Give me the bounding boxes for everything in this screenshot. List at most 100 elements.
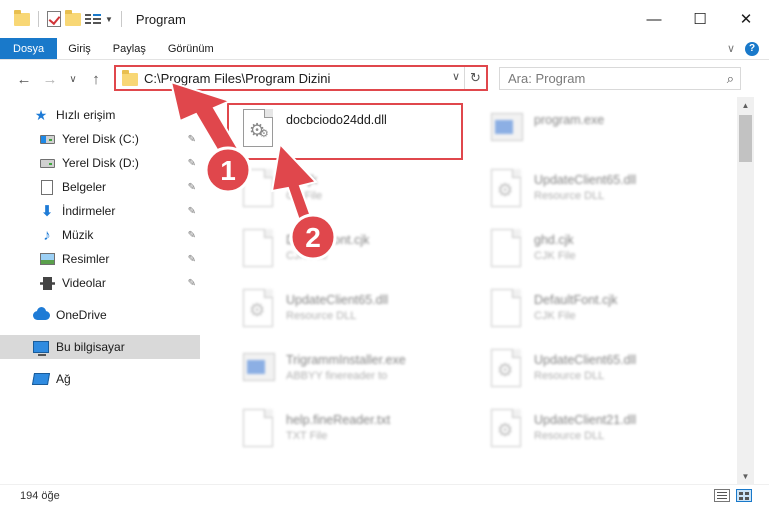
dll-file-icon: ⚙ xyxy=(238,287,278,331)
file-item[interactable]: ghd.cjk CJK File xyxy=(468,223,713,275)
pin-icon[interactable]: ✎ xyxy=(188,158,196,169)
sidebar-item-pictures[interactable]: Resimler ✎ xyxy=(0,247,200,271)
address-dropdown-icon[interactable]: ∨ xyxy=(452,70,460,83)
file-item[interactable]: ⚙ ⚙ docbciodo24dd.dll xyxy=(220,103,465,155)
tab-file[interactable]: Dosya xyxy=(0,38,58,59)
title-bar: ▼ Program — ☐ ✕ xyxy=(0,0,769,38)
file-icon xyxy=(238,167,278,211)
tiles-view-icon[interactable] xyxy=(736,489,752,502)
file-item[interactable]: DefaultFont.cjk CJK File xyxy=(220,223,465,275)
sidebar-item-videos[interactable]: Videolar ✎ xyxy=(0,271,200,295)
file-list: ⚙ ⚙ docbciodo24dd.dll program.exe ck.cjk … xyxy=(210,97,738,477)
view-buttons xyxy=(714,489,752,502)
address-path[interactable]: C:\Program Files\Program Dizini xyxy=(144,71,330,86)
file-item[interactable]: ⚙ UpdateClient65.dll Resource DLL xyxy=(468,163,713,215)
sidebar-item-label: Videolar xyxy=(62,276,106,290)
pin-icon[interactable]: ✎ xyxy=(188,278,196,289)
qat-dropdown-icon[interactable]: ▼ xyxy=(105,15,113,24)
expand-ribbon-icon[interactable]: ∨ xyxy=(727,42,735,55)
file-type: CJK File xyxy=(534,310,576,322)
help-icon[interactable]: ? xyxy=(745,41,759,56)
file-item[interactable]: ⚙ UpdateClient65.dll Resource DLL xyxy=(220,283,465,335)
ribbon-tabs: Dosya Giriş Paylaş Görünüm ∨ ? xyxy=(0,38,769,60)
file-name: UpdateClient21.dll xyxy=(534,413,637,427)
pin-icon[interactable]: ✎ xyxy=(188,182,196,193)
file-name: ck.cjk xyxy=(286,173,318,187)
sidebar-item-disk-c[interactable]: Yerel Disk (C:) ✎ xyxy=(0,127,200,151)
sidebar-item-label: Belgeler xyxy=(62,180,107,194)
pin-icon[interactable]: ✎ xyxy=(188,254,196,265)
sidebar-item-this-pc[interactable]: Bu bilgisayar xyxy=(0,335,200,359)
close-button[interactable]: ✕ xyxy=(723,0,769,38)
file-name: TrigrammInstaller.exe xyxy=(286,353,406,367)
search-input[interactable] xyxy=(508,71,708,86)
maximize-button[interactable]: ☐ xyxy=(677,0,723,38)
pin-icon[interactable]: ✎ xyxy=(188,206,196,217)
scroll-up-icon[interactable]: ▲ xyxy=(737,97,754,114)
sidebar-item-quick-access[interactable]: ★ Hızlı erişim xyxy=(0,103,200,127)
file-name: UpdateClient65.dll xyxy=(534,353,637,367)
drive-icon xyxy=(38,131,56,147)
file-name: DefaultFont.cjk xyxy=(286,233,370,247)
file-item[interactable]: ⚙ UpdateClient65.dll Resource DLL xyxy=(468,343,713,395)
properties-check-icon[interactable] xyxy=(47,11,61,27)
cloud-icon xyxy=(32,306,50,323)
file-type: ABBYY finereader to xyxy=(286,370,388,382)
file-item[interactable]: DefaultFont.cjk CJK File xyxy=(468,283,713,335)
tab-home[interactable]: Giriş xyxy=(57,38,102,59)
refresh-button[interactable]: ↻ xyxy=(464,67,486,89)
file-item[interactable]: help.fineReader.txt TXT File xyxy=(220,403,465,455)
address-bar[interactable]: C:\Program Files\Program Dizini ∨ ↻ xyxy=(114,65,488,91)
file-item[interactable]: ck.cjk CK File xyxy=(220,163,465,215)
file-icon xyxy=(486,227,526,271)
file-item[interactable]: ⚙ UpdateClient21.dll Resource DLL xyxy=(468,403,713,455)
file-type: Resource DLL xyxy=(534,370,605,382)
sidebar-item-downloads[interactable]: ⬇ İndirmeler ✎ xyxy=(0,199,200,223)
file-name: docbciodo24dd.dll xyxy=(286,113,387,127)
tab-share[interactable]: Paylaş xyxy=(102,38,157,59)
scroll-down-icon[interactable]: ▼ xyxy=(737,468,754,485)
minimize-button[interactable]: — xyxy=(631,0,677,38)
computer-icon xyxy=(32,339,50,356)
sidebar-item-music[interactable]: ♪ Müzik ✎ xyxy=(0,223,200,247)
star-icon: ★ xyxy=(34,106,48,123)
vertical-scrollbar[interactable]: ▲ ▼ xyxy=(737,97,754,485)
file-item[interactable]: TrigrammInstaller.exe ABBYY finereader t… xyxy=(220,343,465,395)
exe-file-icon xyxy=(486,107,526,151)
address-row: ← → ∨ ↑ C:\Program Files\Program Dizini … xyxy=(0,61,769,97)
new-folder-icon[interactable] xyxy=(65,9,81,26)
download-icon: ⬇ xyxy=(40,203,54,220)
recent-locations-button[interactable]: ∨ xyxy=(66,74,80,85)
up-button[interactable]: ↑ xyxy=(86,71,106,88)
customize-view-icon[interactable] xyxy=(85,12,101,26)
scroll-thumb[interactable] xyxy=(739,115,752,162)
sidebar-item-network[interactable]: Ağ xyxy=(0,367,200,391)
sidebar-item-documents[interactable]: Belgeler ✎ xyxy=(0,175,200,199)
file-icon xyxy=(486,287,526,331)
sidebar-item-label: İndirmeler xyxy=(62,204,116,218)
file-icon xyxy=(238,227,278,271)
file-item[interactable]: program.exe xyxy=(468,103,713,155)
sidebar-item-label: Hızlı erişim xyxy=(56,108,116,122)
window-title: Program xyxy=(135,11,186,27)
tab-view[interactable]: Görünüm xyxy=(157,38,225,59)
sidebar-item-label: Ağ xyxy=(56,372,71,386)
quick-access-toolbar: ▼ Program xyxy=(0,0,186,38)
window-controls: — ☐ ✕ xyxy=(631,0,769,38)
back-button[interactable]: ← xyxy=(14,71,34,88)
pin-icon[interactable]: ✎ xyxy=(188,230,196,241)
sidebar-item-label: Yerel Disk (C:) xyxy=(62,132,139,146)
pin-icon[interactable]: ✎ xyxy=(188,134,196,145)
file-type: TXT File xyxy=(286,430,328,442)
file-name: ghd.cjk xyxy=(534,233,574,247)
search-box[interactable]: ⌕ xyxy=(499,67,741,90)
sidebar-item-onedrive[interactable]: OneDrive xyxy=(0,303,200,327)
sidebar-item-label: Müzik xyxy=(62,228,94,242)
file-name: UpdateClient65.dll xyxy=(534,173,637,187)
forward-button[interactable]: → xyxy=(40,71,60,88)
details-view-icon[interactable] xyxy=(714,489,730,502)
dll-file-icon: ⚙ xyxy=(486,347,526,391)
file-type: CK File xyxy=(286,190,323,202)
search-icon[interactable]: ⌕ xyxy=(727,71,734,87)
sidebar-item-disk-d[interactable]: Yerel Disk (D:) ✎ xyxy=(0,151,200,175)
